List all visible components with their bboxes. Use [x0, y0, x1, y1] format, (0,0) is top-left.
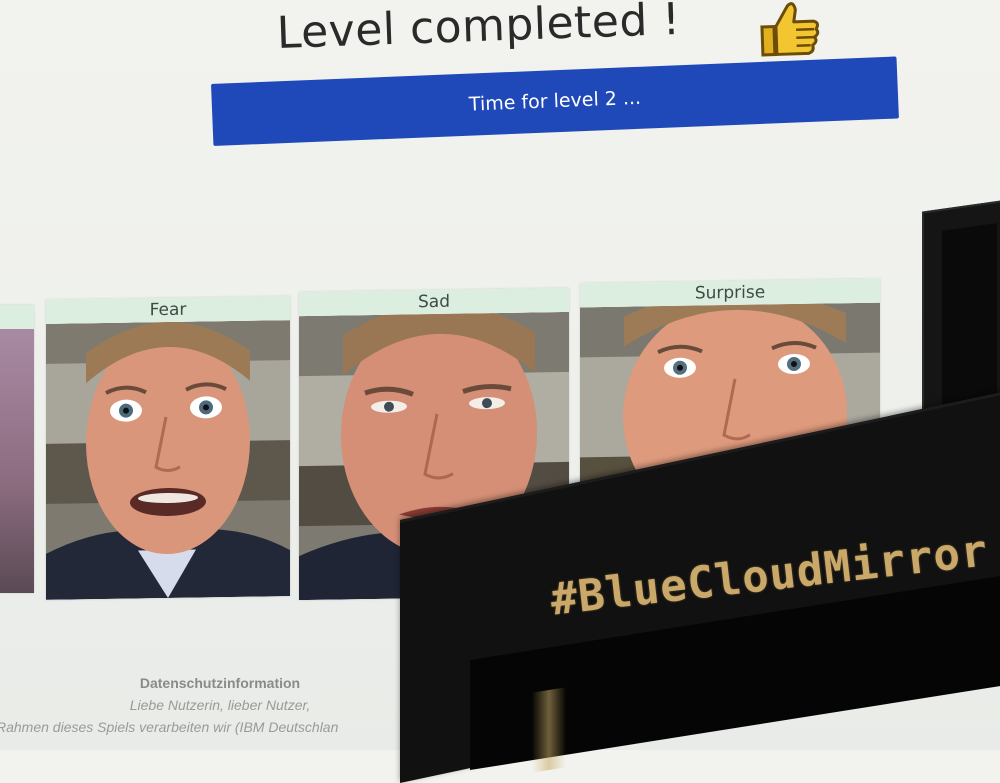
face-photo	[46, 320, 290, 600]
privacy-notice: Datenschutzinformation Liebe Nutzerin, l…	[0, 672, 430, 738]
emotion-card-fear: Fear	[46, 296, 290, 600]
privacy-greeting: Liebe Nutzerin, lieber Nutzer,	[129, 697, 311, 713]
screen-glare	[532, 687, 566, 773]
privacy-text: Rahmen dieses Spiels verarbeiten wir (IB…	[0, 719, 339, 735]
page-title: Level completed !	[276, 0, 682, 59]
emotion-card-partial	[0, 305, 34, 593]
thumbs-up-icon	[760, 2, 820, 57]
privacy-title: Datenschutzinformation	[139, 675, 301, 691]
next-level-button[interactable]: Time for level 2 ...	[211, 56, 899, 146]
